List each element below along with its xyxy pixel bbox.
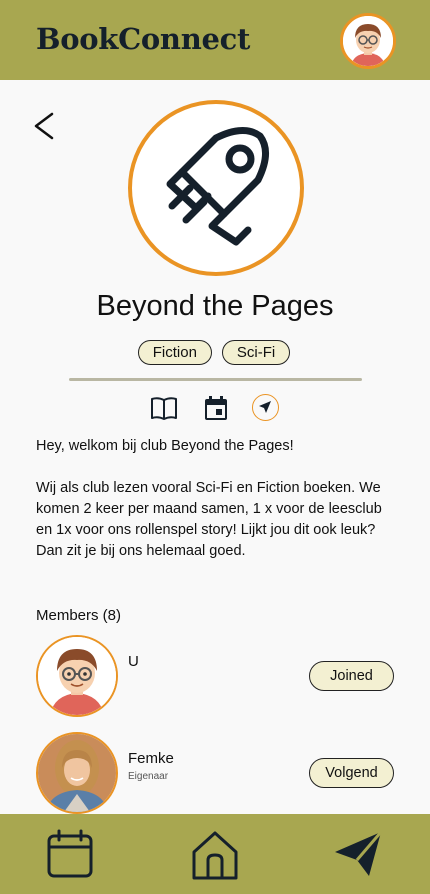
member-name: U [128,653,139,670]
tab-books[interactable] [150,394,178,422]
about-text: Wij als club lezen vooral Sci-Fi en Fict… [36,480,382,559]
bottom-nav-bar [0,814,430,894]
members-label: Members (8) [36,607,122,624]
genre-tags: Fiction Sci-Fi [0,340,430,365]
app-title: BookConnect [36,22,251,56]
user-avatar-icon [38,637,116,715]
rocket-icon [166,127,269,246]
club-name: Beyond the Pages [96,290,334,322]
follow-button[interactable]: Volgend [309,758,394,788]
send-icon [335,831,383,876]
member-role: Eigenaar [128,771,169,782]
nav-calendar[interactable] [44,828,96,880]
member-row: Femke Eigenaar Volgend [36,732,394,814]
tab-location[interactable] [252,394,279,421]
home-icon [192,831,238,880]
member-row: U Joined [36,635,394,717]
tag-sci-fi[interactable]: Sci-Fi [221,340,291,365]
user-avatar-icon[interactable] [340,13,396,69]
member-name: Femke [128,750,174,767]
chevron-left-icon [34,112,54,140]
joined-button[interactable]: Joined [309,661,394,691]
club-description: Hey, welkom bij club Beyond the Pages! W… [36,436,396,583]
club-logo [128,100,304,276]
welcome-text: Hey, welkom bij club Beyond the Pages! [36,438,294,454]
member-photo [38,734,116,812]
avatar[interactable] [36,635,118,717]
calendar-icon [47,829,93,878]
book-icon [151,397,177,420]
tag-fiction[interactable]: Fiction [137,340,212,365]
back-button[interactable] [30,108,60,144]
tab-calendar[interactable] [202,394,230,422]
nav-send[interactable] [333,828,385,880]
divider [69,378,362,381]
calendar-icon [205,396,227,420]
navigation-icon [259,401,271,413]
top-app-bar: BookConnect [0,0,430,80]
nav-home[interactable] [189,828,241,880]
avatar[interactable] [36,732,118,814]
